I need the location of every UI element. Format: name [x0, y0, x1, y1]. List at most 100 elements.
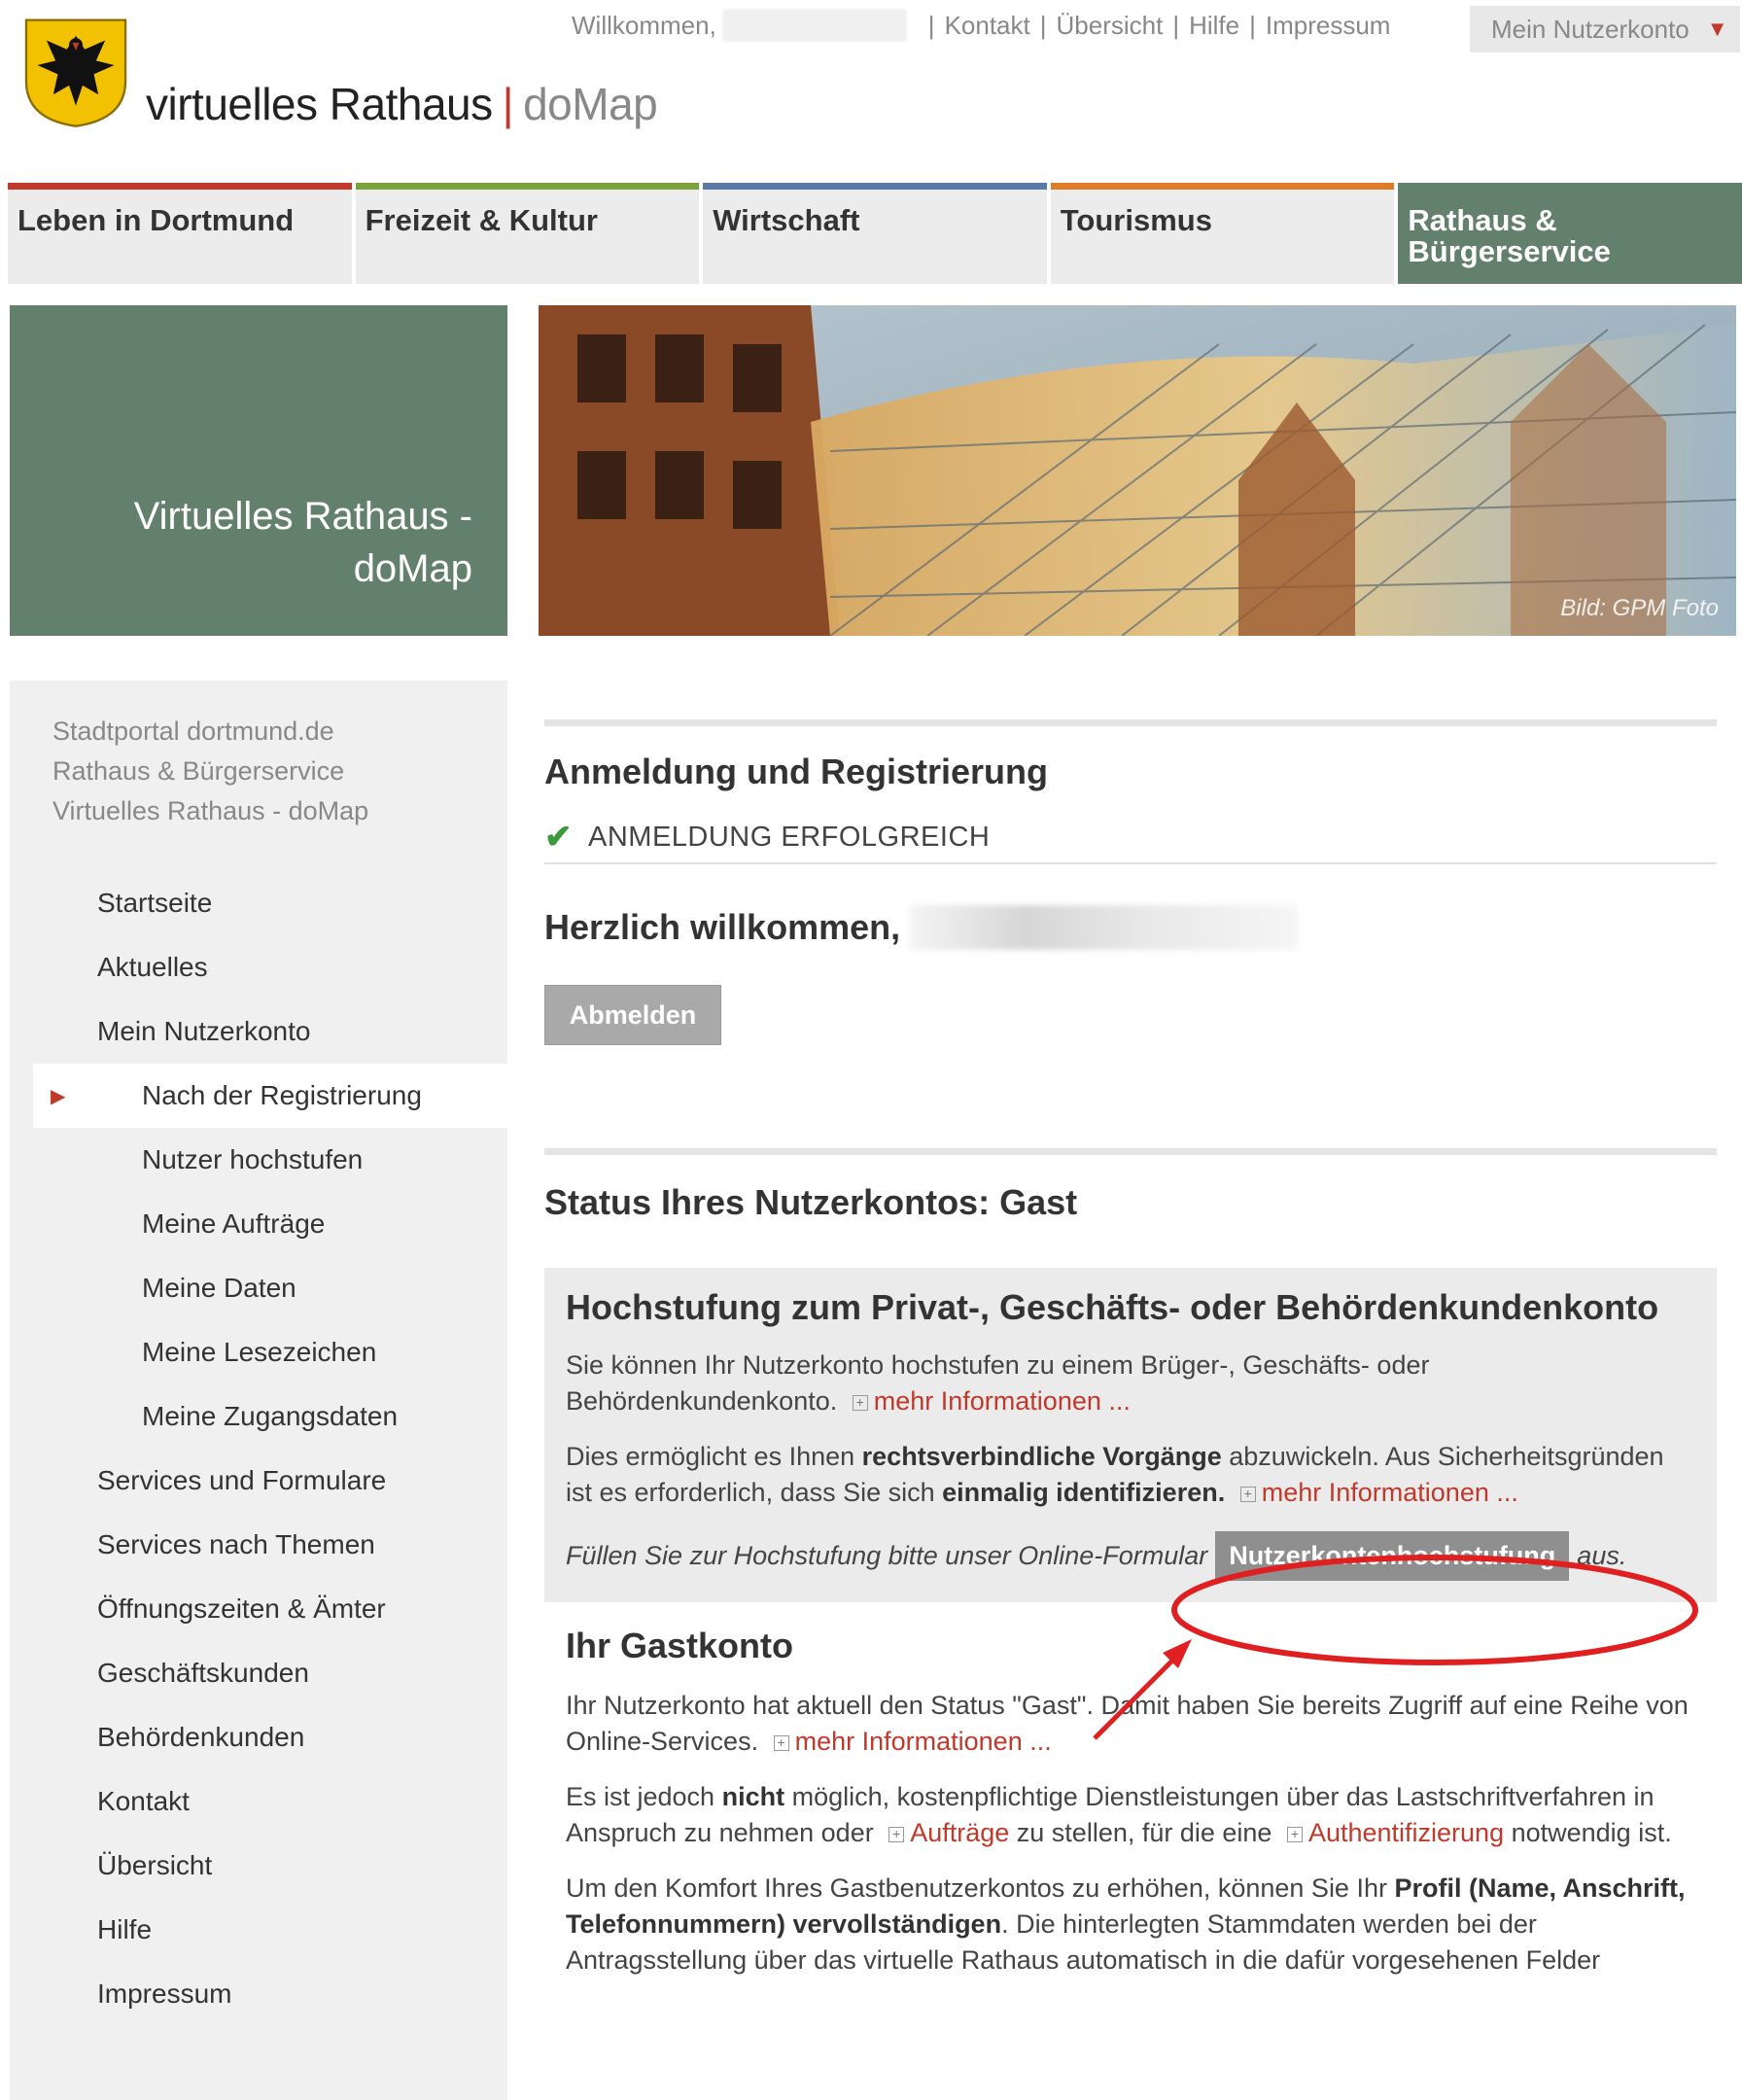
breadcrumb-item[interactable]: Stadtportal dortmund.de — [52, 712, 368, 752]
breadcrumb: Stadtportal dortmund.de Rathaus & Bürger… — [52, 712, 368, 831]
link-text: Aufträge — [910, 1818, 1010, 1847]
link-text: Authentifizierung — [1307, 1818, 1505, 1847]
sidebar-item-meine-auftraege[interactable]: Meine Aufträge — [33, 1192, 507, 1256]
main-navigation: Leben in Dortmund Freizeit & Kultur Wirt… — [8, 183, 1742, 284]
expand-icon: + — [1286, 1826, 1303, 1842]
sidebar: Stadtportal dortmund.de Rathaus & Bürger… — [10, 681, 507, 2100]
account-upgrade-button[interactable]: Nutzerkontenhochstufung — [1215, 1530, 1570, 1581]
brand-sub: doMap — [523, 79, 658, 129]
upgrade-call-to-action: Füllen Sie zur Hochstufung bitte unser O… — [566, 1530, 1695, 1581]
account-status-heading: Status Ihres Nutzerkontos: Gast — [544, 1182, 1078, 1222]
sidebar-item-kontakt[interactable]: Kontakt — [33, 1769, 507, 1834]
sidebar-item-hilfe[interactable]: Hilfe — [33, 1898, 507, 1962]
sidebar-item-label: Nach der Registrierung — [142, 1080, 422, 1110]
guest-paragraph-1: Ihr Nutzerkonto hat aktuell den Status "… — [566, 1688, 1697, 1760]
sidebar-item-nutzer-hochstufen[interactable]: Nutzer hochstufen — [33, 1128, 507, 1192]
sidebar-menu: Startseite Aktuelles Mein Nutzerkonto ▶ … — [33, 871, 507, 2026]
sidebar-item-meine-lesezeichen[interactable]: Meine Lesezeichen — [33, 1320, 507, 1384]
success-text: ANMELDUNG ERFOLGREICH — [588, 821, 991, 853]
guest-account-title: Ihr Gastkonto — [566, 1626, 794, 1665]
nav-freizeit-kultur[interactable]: Freizeit & Kultur — [355, 183, 700, 284]
authentifizierung-link[interactable]: + Authentifizierung — [1279, 1818, 1504, 1847]
paragraph-text: zu stellen, für die eine — [1009, 1818, 1279, 1847]
guest-paragraph-2: Es ist jedoch nicht möglich, kostenpflic… — [566, 1779, 1697, 1851]
top-link-hilfe[interactable]: Hilfe — [1189, 11, 1239, 41]
upgrade-paragraph-1: Sie können Ihr Nutzerkonto hochstufen zu… — [566, 1348, 1695, 1419]
top-link-kontakt[interactable]: Kontakt — [945, 11, 1030, 41]
section-title-line1: Virtuelles Rathaus - — [133, 495, 472, 538]
top-link-impressum[interactable]: Impressum — [1266, 11, 1391, 41]
sidebar-item-impressum[interactable]: Impressum — [33, 1962, 507, 2026]
sidebar-item-nach-der-registrierung[interactable]: ▶ Nach der Registrierung — [33, 1064, 507, 1128]
photo-credit: Bild: GPM Foto — [1560, 595, 1719, 621]
breadcrumb-item[interactable]: Rathaus & Bürgerservice — [52, 752, 368, 791]
nav-leben-in-dortmund[interactable]: Leben in Dortmund — [8, 183, 352, 284]
nav-tourismus[interactable]: Tourismus — [1050, 183, 1395, 284]
upgrade-title: Hochstufung zum Privat-, Geschäfts- oder… — [566, 1287, 1659, 1327]
more-info-link[interactable]: + mehr Informationen ... — [1233, 1478, 1518, 1507]
guest-account-section: Ihr Gastkonto Ihr Nutzerkonto hat aktuel… — [544, 1626, 1717, 1978]
breadcrumb-item[interactable]: Virtuelles Rathaus - doMap — [52, 791, 368, 831]
expand-icon: + — [852, 1394, 868, 1411]
divider — [544, 1148, 1717, 1155]
paragraph-text: notwendig ist. — [1504, 1818, 1672, 1847]
auftraege-link[interactable]: + Aufträge — [881, 1818, 1009, 1847]
checkmark-icon: ✔ — [544, 819, 573, 856]
emphasis-text: rechtsverbindliche Vorgänge — [861, 1442, 1222, 1471]
dortmund-coat-of-arms-logo[interactable] — [19, 16, 132, 128]
upgrade-info-box: Hochstufung zum Privat-, Geschäfts- oder… — [544, 1268, 1717, 1602]
paragraph-text: Um den Komfort Ihres Gastbenutzerkontos … — [566, 1873, 1395, 1903]
current-page-arrow-icon: ▶ — [51, 1085, 66, 1107]
sidebar-item-meine-daten[interactable]: Meine Daten — [33, 1256, 507, 1320]
city-hall-photo-illustration — [539, 305, 1736, 636]
welcome-heading: Herzlich willkommen, — [544, 905, 1717, 950]
site-brand[interactable]: virtuelles Rathaus | doMap — [146, 78, 658, 130]
sidebar-item-aktuelles[interactable]: Aktuelles — [33, 935, 507, 999]
nav-wirtschaft[interactable]: Wirtschaft — [703, 183, 1047, 284]
top-link-uebersicht[interactable]: Übersicht — [1057, 11, 1164, 41]
blurred-user-name — [910, 905, 1300, 950]
sidebar-item-oeffnungszeiten-aemter[interactable]: Öffnungszeiten & Ämter — [33, 1577, 507, 1641]
sidebar-item-uebersicht[interactable]: Übersicht — [33, 1834, 507, 1898]
brand-separator: | — [502, 79, 514, 129]
sidebar-item-geschaeftskunden[interactable]: Geschäftskunden — [33, 1641, 507, 1705]
cta-text-end: aus. — [1577, 1540, 1627, 1570]
sidebar-item-startseite[interactable]: Startseite — [33, 871, 507, 935]
sidebar-item-meine-zugangsdaten[interactable]: Meine Zugangsdaten — [33, 1384, 507, 1449]
nav-rathaus-buergerservice[interactable]: Rathaus & Bürgerservice — [1398, 183, 1742, 284]
expand-icon: + — [1239, 1486, 1256, 1502]
link-text: mehr Informationen ... — [873, 1386, 1131, 1416]
main-content: Anmeldung und Registrierung ✔ ANMELDUNG … — [544, 719, 1717, 1998]
link-text: mehr Informationen ... — [794, 1727, 1052, 1756]
welcome-text: Herzlich willkommen, — [544, 907, 901, 947]
sidebar-item-services-und-formulare[interactable]: Services und Formulare — [33, 1449, 507, 1513]
blurred-username — [721, 9, 907, 42]
login-success-message: ✔ ANMELDUNG ERFOLGREICH — [544, 818, 1717, 864]
expand-icon: + — [773, 1734, 789, 1751]
more-info-link[interactable]: + mehr Informationen ... — [845, 1386, 1131, 1416]
page-title: Anmeldung und Registrierung — [544, 752, 1048, 791]
account-dropdown-button[interactable]: Mein Nutzerkonto ▼ — [1470, 6, 1740, 52]
section-title-panel: Virtuelles Rathaus - doMap — [10, 305, 507, 636]
emphasis-text: einmalig identifizieren. — [942, 1478, 1226, 1507]
emphasis-text: nicht — [721, 1782, 785, 1811]
paragraph-text: Es ist jedoch — [566, 1782, 722, 1811]
expand-icon: + — [888, 1826, 905, 1842]
brand-main: virtuelles Rathaus — [146, 79, 493, 129]
guest-paragraph-3: Um den Komfort Ihres Gastbenutzerkontos … — [566, 1871, 1697, 1978]
logout-button[interactable]: Abmelden — [544, 985, 721, 1045]
divider — [544, 719, 1717, 726]
sidebar-item-behoerdenkunden[interactable]: Behördenkunden — [33, 1705, 507, 1769]
sidebar-item-services-nach-themen[interactable]: Services nach Themen — [33, 1513, 507, 1577]
welcome-text: Willkommen, — [572, 10, 716, 40]
upgrade-paragraph-2: Dies ermöglicht es Ihnen rechtsverbindli… — [566, 1439, 1695, 1511]
top-utility-bar: Willkommen, | Kontakt | Übersicht | Hilfe |… — [572, 6, 1390, 45]
link-text: mehr Informationen ... — [1261, 1478, 1518, 1507]
account-dropdown-label: Mein Nutzerkonto — [1491, 14, 1690, 44]
paragraph-text: Ihr Nutzerkonto hat aktuell den Status "… — [566, 1691, 1689, 1756]
section-title-line2: doMap — [353, 547, 472, 590]
paragraph-text: Dies ermöglicht es Ihnen — [566, 1442, 862, 1471]
caret-down-icon: ▼ — [1706, 17, 1728, 41]
more-info-link[interactable]: + mehr Informationen ... — [766, 1727, 1052, 1756]
sidebar-item-mein-nutzerkonto[interactable]: Mein Nutzerkonto — [33, 999, 507, 1064]
